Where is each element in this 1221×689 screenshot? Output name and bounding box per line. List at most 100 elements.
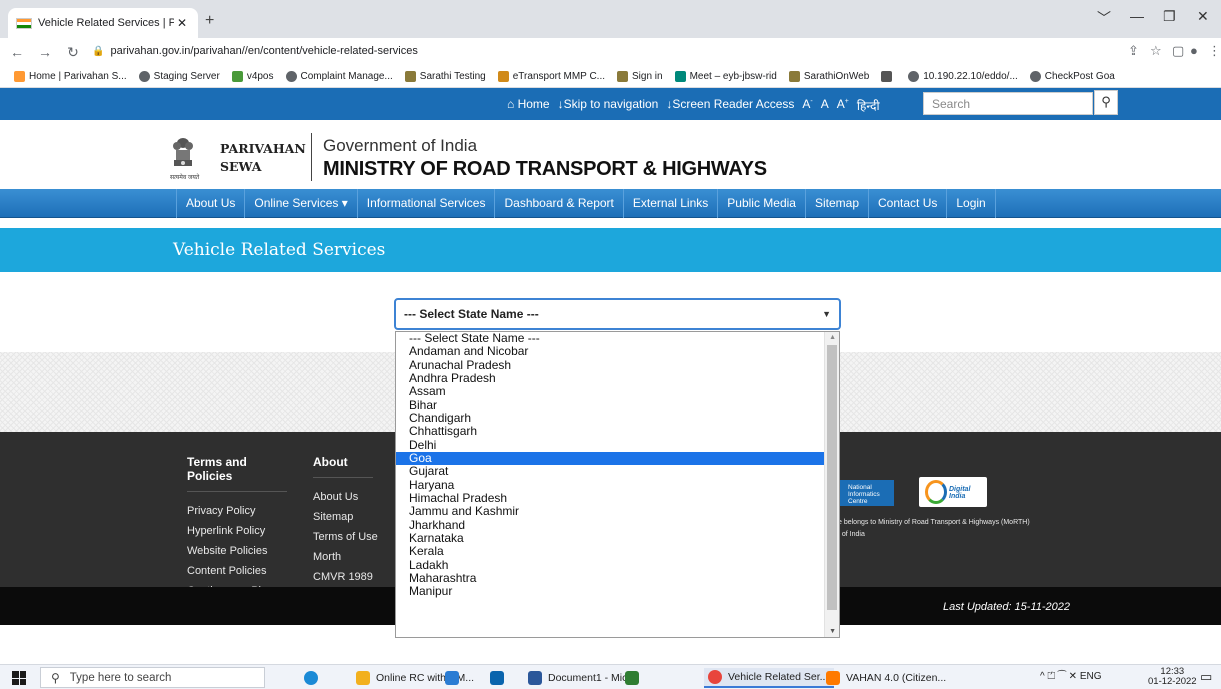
footer-link[interactable]: Hyperlink Policy: [187, 521, 287, 541]
taskbar-app[interactable]: Document1 - Micr...: [528, 668, 639, 688]
state-option[interactable]: Gujarat: [396, 464, 839, 478]
tab-search-chevron-icon[interactable]: ﹀: [1097, 8, 1111, 28]
state-option[interactable]: Goa: [396, 451, 839, 466]
site-search-input[interactable]: Search: [923, 92, 1093, 115]
close-icon[interactable]: ✕: [174, 16, 190, 30]
menu-dots-icon[interactable]: ⋮: [1208, 43, 1221, 59]
bookmark-star-icon[interactable]: ☆: [1150, 43, 1162, 59]
address-bar[interactable]: 🔒 parivahan.gov.in/parivahan//en/content…: [92, 40, 1192, 62]
app-icon: [528, 671, 542, 685]
bookmark-item[interactable]: Sign in: [617, 71, 663, 82]
state-option[interactable]: Kerala: [396, 544, 839, 558]
state-option[interactable]: Ladakh: [396, 558, 839, 572]
reload-icon[interactable]: ↻: [62, 44, 84, 61]
dropdown-scrollbar[interactable]: ▲ ▼: [824, 332, 839, 637]
scroll-up-arrow-icon[interactable]: ▲: [829, 334, 836, 341]
nav-item-login[interactable]: Login: [947, 189, 996, 218]
state-option[interactable]: Andhra Pradesh: [396, 371, 839, 385]
state-option[interactable]: Delhi: [396, 438, 839, 452]
nic-logo[interactable]: National Informatics Centre: [838, 480, 894, 506]
nav-item-external-links[interactable]: External Links: [624, 189, 719, 218]
state-option[interactable]: Karnataka: [396, 531, 839, 545]
state-option[interactable]: Manipur: [396, 584, 839, 598]
footer-link[interactable]: Morth: [313, 547, 378, 567]
bookmark-item[interactable]: SarathiOnWeb: [788, 71, 869, 82]
minimize-button[interactable]: —: [1130, 8, 1144, 24]
font-decrease-button[interactable]: A-: [802, 97, 812, 114]
bookmark-item[interactable]: Home | Parivahan S...: [14, 71, 127, 82]
scrollbar-thumb[interactable]: [827, 345, 837, 610]
footer-link[interactable]: CMVR 1989: [313, 567, 378, 587]
bookmark-item[interactable]: [881, 71, 896, 82]
back-arrow-icon[interactable]: ←: [6, 44, 28, 60]
bookmark-item[interactable]: 10.190.22.10/eddo/...: [908, 71, 1018, 82]
notification-icon[interactable]: ▭: [1200, 669, 1212, 685]
footer-link[interactable]: Content Policies: [187, 561, 287, 581]
state-option[interactable]: Bihar: [396, 398, 839, 412]
nav-item-informational-services[interactable]: Informational Services: [358, 189, 496, 218]
share-icon[interactable]: ⇪: [1128, 43, 1139, 59]
browser-tab[interactable]: Vehicle Related Services | Parivah ✕: [8, 8, 198, 38]
nav-item-dashboard-report[interactable]: Dashboard & Report: [495, 189, 624, 218]
taskbar-app[interactable]: [625, 668, 645, 688]
taskbar-app[interactable]: Vehicle Related Ser...: [704, 668, 835, 688]
taskbar-search-input[interactable]: ⚲ Type here to search: [40, 667, 265, 688]
system-tray[interactable]: ^ ⏍ ⁀ ✕ ENG: [1040, 671, 1102, 682]
maximize-button[interactable]: ❐: [1163, 8, 1176, 25]
taskbar-clock[interactable]: 12:33 01-12-2022: [1148, 667, 1197, 687]
state-select[interactable]: --- Select State Name --- ▼: [394, 298, 841, 330]
windows-start-icon[interactable]: [12, 671, 26, 685]
home-icon: ⌂: [507, 97, 515, 111]
state-option[interactable]: Jammu and Kashmir: [396, 504, 839, 518]
state-option[interactable]: Maharashtra: [396, 571, 839, 585]
india-flag-icon: [16, 17, 32, 29]
digital-india-logo[interactable]: Digital India: [919, 477, 987, 507]
search-icon[interactable]: ⚲: [1094, 90, 1118, 115]
footer-link[interactable]: Website Policies: [187, 541, 287, 561]
taskbar-app[interactable]: [445, 668, 465, 688]
bookmark-item[interactable]: Meet – eyb-jbsw-rid: [674, 71, 777, 82]
scroll-down-arrow-icon[interactable]: ▼: [829, 628, 836, 635]
state-option[interactable]: Himachal Pradesh: [396, 491, 839, 505]
skip-navigation-link[interactable]: ↓Skip to navigation: [558, 97, 659, 114]
state-option[interactable]: Chandigarh: [396, 411, 839, 425]
nav-item-sitemap[interactable]: Sitemap: [806, 189, 869, 218]
new-tab-button[interactable]: +: [205, 12, 214, 30]
font-increase-button[interactable]: A+: [837, 97, 849, 114]
taskbar-app[interactable]: [304, 668, 324, 688]
bookmark-item[interactable]: eTransport MMP C...: [497, 71, 605, 82]
bookmark-item[interactable]: Sarathi Testing: [404, 71, 486, 82]
screen-reader-link[interactable]: ↓Screen Reader Access: [666, 97, 794, 114]
nav-item-about-us[interactable]: About Us: [176, 189, 246, 218]
state-option[interactable]: Jharkhand: [396, 518, 839, 532]
window-close-button[interactable]: ✕: [1197, 8, 1209, 25]
state-option[interactable]: Chhattisgarh: [396, 424, 839, 438]
state-option[interactable]: Andaman and Nicobar: [396, 344, 839, 358]
forward-arrow-icon[interactable]: →: [34, 44, 56, 60]
footer-link[interactable]: Terms of Use: [313, 527, 378, 547]
bookmark-item[interactable]: v4pos: [231, 71, 274, 82]
hindi-language-link[interactable]: हिन्दी: [857, 97, 880, 114]
state-option[interactable]: Assam: [396, 384, 839, 398]
footer-link[interactable]: Privacy Policy: [187, 501, 287, 521]
profile-icon[interactable]: ●: [1190, 43, 1198, 58]
bookmark-item[interactable]: CheckPost Goa: [1029, 71, 1115, 82]
parivahan-sewa-logo[interactable]: PARIVAHAN SEWA: [220, 140, 306, 176]
nav-item-online-services[interactable]: Online Services ▾: [245, 189, 358, 218]
nav-item-contact-us[interactable]: Contact Us: [869, 189, 948, 218]
footer-link[interactable]: About Us: [313, 487, 378, 507]
bookmark-item[interactable]: Complaint Manage...: [285, 71, 393, 82]
footer-about-column: About About Us Sitemap Terms of Use Morth CM…: [313, 455, 378, 587]
taskbar-app[interactable]: VAHAN 4.0 (Citizen...: [826, 668, 946, 688]
home-link[interactable]: ⌂ Home: [507, 97, 550, 114]
font-normal-button[interactable]: A: [821, 97, 829, 114]
sidepanel-icon[interactable]: ▢: [1172, 43, 1184, 59]
footer-link[interactable]: Sitemap: [313, 507, 378, 527]
footer-about-heading: About: [313, 455, 373, 478]
state-option[interactable]: --- Select State Name ---: [396, 332, 839, 345]
state-option[interactable]: Haryana: [396, 478, 839, 492]
nav-item-public-media[interactable]: Public Media: [718, 189, 806, 218]
taskbar-app[interactable]: [490, 668, 510, 688]
bookmark-item[interactable]: Staging Server: [138, 71, 220, 82]
state-option[interactable]: Arunachal Pradesh: [396, 358, 839, 372]
